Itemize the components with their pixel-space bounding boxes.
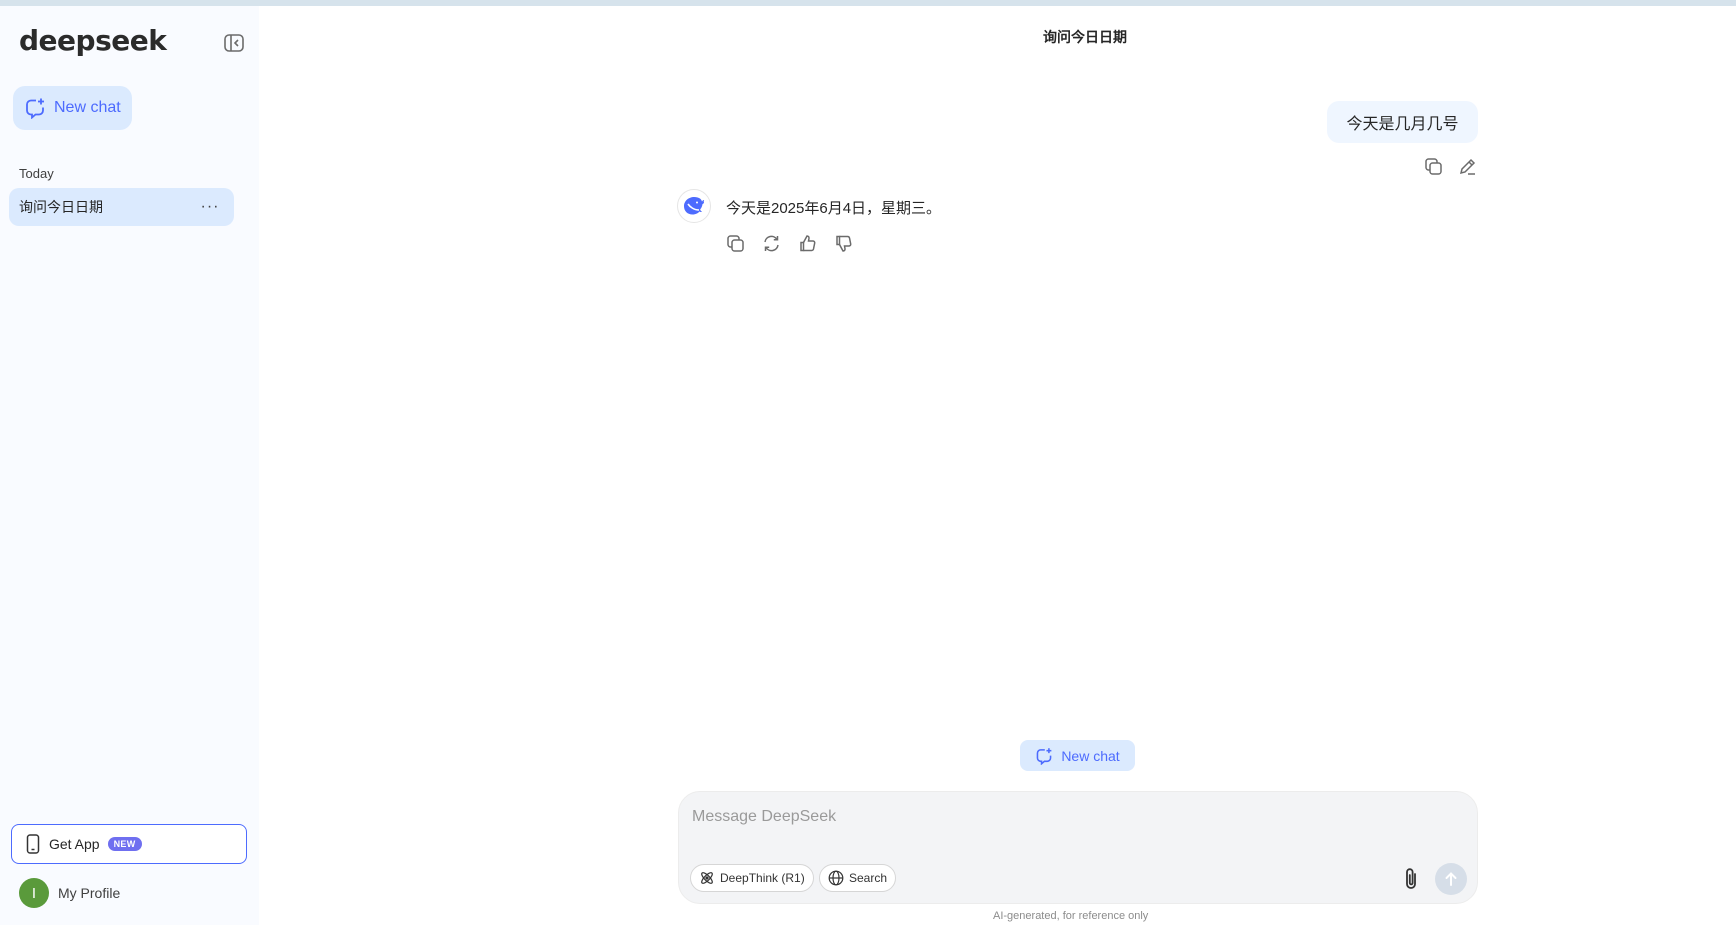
- new-chat-pill-button[interactable]: New chat: [1020, 740, 1135, 771]
- deepthink-label: DeepThink (R1): [720, 871, 805, 885]
- history-section-today: Today: [19, 166, 54, 181]
- thumbs-down-button[interactable]: [831, 231, 855, 255]
- deepthink-toggle[interactable]: DeepThink (R1): [690, 864, 814, 892]
- sidebar-collapse-icon: [224, 34, 244, 52]
- more-options-icon[interactable]: ···: [200, 197, 220, 217]
- deepseek-whale-icon: [684, 197, 705, 215]
- copy-icon: [1424, 157, 1442, 175]
- avatar: I: [19, 878, 49, 908]
- paperclip-icon: [1406, 868, 1416, 889]
- search-toggle[interactable]: Search: [819, 864, 897, 892]
- user-message-text: 今天是几月几号: [1346, 116, 1459, 133]
- top-accent-bar: [0, 0, 1736, 6]
- send-button[interactable]: [1435, 863, 1467, 895]
- copy-icon: [726, 234, 744, 252]
- thumbs-up-button[interactable]: [795, 231, 819, 255]
- collapse-sidebar-button[interactable]: [222, 31, 246, 55]
- thumbs-down-icon: [835, 235, 851, 252]
- chat-title: 询问今日日期: [1043, 29, 1127, 45]
- edit-message-button[interactable]: [1455, 154, 1479, 178]
- new-chat-pill-label: New chat: [1061, 747, 1120, 764]
- regenerate-button[interactable]: [759, 231, 783, 255]
- copy-response-button[interactable]: [723, 231, 747, 255]
- sidebar: deepseek New chat Today 询问今日日期 ··· Get A…: [0, 6, 259, 925]
- search-label: Search: [849, 871, 888, 885]
- globe-icon: [828, 870, 844, 886]
- attach-file-button[interactable]: [1396, 864, 1426, 894]
- new-chat-icon: [26, 98, 44, 119]
- new-chat-label: New chat: [54, 99, 121, 116]
- history-item[interactable]: 询问今日日期 ···: [9, 188, 234, 226]
- new-chat-icon: [1036, 747, 1052, 765]
- new-badge: NEW: [107, 837, 142, 851]
- message-input[interactable]: [692, 802, 1452, 832]
- atom-icon: [701, 872, 713, 884]
- message-composer: DeepThink (R1) Search: [678, 791, 1478, 904]
- deepseek-logo: deepseek: [19, 24, 167, 57]
- get-app-label: Get App: [49, 836, 100, 852]
- refresh-icon: [763, 235, 779, 251]
- user-message-bubble: 今天是几月几号: [1327, 101, 1478, 143]
- assistant-avatar: [677, 189, 711, 223]
- arrow-up-icon: [1445, 872, 1457, 886]
- profile-label: My Profile: [58, 885, 121, 901]
- history-item-label: 询问今日日期: [19, 199, 103, 215]
- my-profile[interactable]: I My Profile: [19, 878, 120, 908]
- assistant-message-text: 今天是2025年6月4日，星期三。: [726, 200, 942, 217]
- edit-pencil-icon: [1459, 158, 1475, 175]
- copy-user-message-button[interactable]: [1421, 154, 1445, 178]
- thumbs-up-icon: [799, 234, 815, 251]
- phone-icon: [26, 834, 40, 854]
- get-app-button[interactable]: Get App NEW: [11, 824, 247, 864]
- ai-disclaimer: AI-generated, for reference only: [993, 910, 1149, 922]
- new-chat-button[interactable]: New chat: [13, 86, 132, 130]
